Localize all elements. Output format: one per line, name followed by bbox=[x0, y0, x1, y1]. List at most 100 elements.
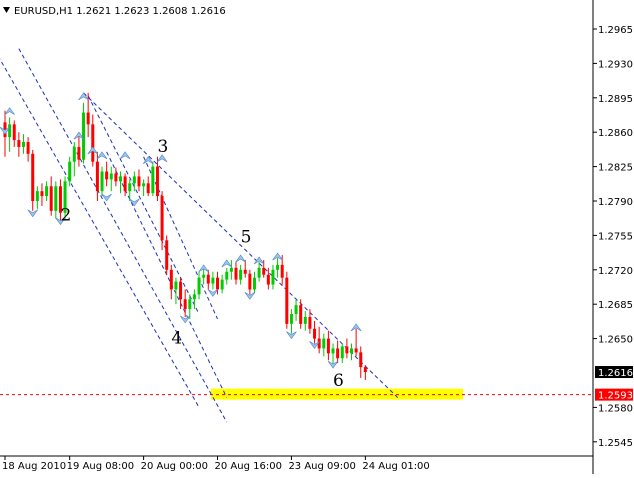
candle-body bbox=[308, 316, 312, 329]
candle-body bbox=[197, 277, 201, 295]
y-tick-label: 1.2545 bbox=[598, 438, 633, 449]
candle-body bbox=[49, 186, 53, 211]
candle-body bbox=[82, 112, 86, 160]
candle-body bbox=[128, 183, 132, 192]
candle-body bbox=[248, 273, 252, 290]
candle-body bbox=[257, 267, 261, 278]
candle-body bbox=[192, 294, 196, 300]
candle-body bbox=[12, 124, 16, 141]
candle-body bbox=[123, 176, 127, 192]
candle-body bbox=[68, 161, 72, 182]
candle-body bbox=[151, 166, 155, 194]
candle-body bbox=[31, 153, 35, 201]
candle-body bbox=[86, 112, 90, 125]
y-tick-label: 1.2755 bbox=[598, 231, 633, 242]
candle-body bbox=[276, 264, 280, 270]
wave-label: 3 bbox=[157, 137, 168, 157]
candle-body bbox=[21, 142, 25, 147]
y-tick-label: 1.2650 bbox=[598, 335, 633, 346]
candle-body bbox=[109, 173, 113, 180]
y-tick-label: 1.2895 bbox=[598, 94, 633, 105]
y-tick-label: 1.2930 bbox=[598, 59, 633, 70]
candle-body bbox=[155, 166, 159, 197]
candle-body bbox=[294, 305, 298, 315]
candle-body bbox=[354, 348, 358, 353]
candle-body bbox=[160, 196, 164, 241]
candle-body bbox=[271, 269, 275, 285]
candle-body bbox=[202, 274, 206, 278]
candle-body bbox=[72, 146, 76, 162]
candle-body bbox=[239, 269, 243, 280]
candle-body bbox=[77, 146, 81, 160]
candle-body bbox=[95, 161, 99, 192]
candle-body bbox=[54, 186, 58, 211]
candle-body bbox=[336, 348, 340, 359]
candle-body bbox=[280, 264, 284, 278]
candle-body bbox=[322, 338, 326, 349]
candle-body bbox=[326, 338, 330, 354]
candle-body bbox=[359, 352, 363, 368]
x-tick-label: 20 Aug 00:00 bbox=[141, 461, 208, 472]
x-tick-label: 18 Aug 2010 bbox=[2, 461, 66, 472]
candle-body bbox=[114, 173, 118, 182]
candle-body bbox=[100, 171, 104, 192]
wave-label: 4 bbox=[171, 329, 182, 349]
chart-title: EURUSD,H1 1.2621 1.2623 1.2608 1.2616 bbox=[14, 6, 226, 17]
candle-body bbox=[225, 271, 229, 280]
chart-svg: 2 3 4 5 6 1.2965 1.2930 1.2895 1.2860 1.2825 1.27… bbox=[0, 0, 634, 474]
candle-body bbox=[8, 124, 12, 138]
candle-body bbox=[188, 299, 192, 310]
wave-label: 6 bbox=[333, 371, 344, 391]
current-price-label: 1.2616 bbox=[598, 368, 633, 379]
candle-body bbox=[105, 171, 109, 180]
candle-body bbox=[137, 176, 141, 187]
y-tick-label: 1.2720 bbox=[598, 266, 633, 277]
candle-body bbox=[17, 140, 21, 147]
x-tick-label: 23 Aug 09:00 bbox=[288, 461, 355, 472]
candle-body bbox=[234, 267, 238, 280]
candle-body bbox=[169, 269, 173, 290]
x-tick-label: 20 Aug 16:00 bbox=[215, 461, 282, 472]
candle-body bbox=[165, 240, 169, 270]
candle-body bbox=[252, 277, 256, 290]
candle-body bbox=[345, 346, 349, 354]
x-tick-label: 19 Aug 08:00 bbox=[67, 461, 134, 472]
candle-body bbox=[289, 314, 293, 324]
candle-body bbox=[303, 316, 307, 324]
candle-body bbox=[266, 274, 270, 285]
candle-body bbox=[40, 191, 44, 197]
candle-body bbox=[363, 367, 367, 373]
candle-body bbox=[119, 176, 122, 182]
wave-label: 2 bbox=[60, 206, 71, 226]
candle-body bbox=[142, 183, 146, 187]
candle-body bbox=[179, 281, 183, 300]
candle-body bbox=[229, 267, 233, 272]
y-tick-label: 1.2825 bbox=[598, 163, 633, 174]
candle-body bbox=[216, 277, 220, 290]
candle-body bbox=[146, 183, 150, 194]
y-tick-label: 1.2685 bbox=[598, 300, 633, 311]
candle-body bbox=[262, 267, 266, 275]
y-tick-label: 1.2790 bbox=[598, 197, 633, 208]
candle-body bbox=[285, 277, 289, 324]
candle-body bbox=[174, 281, 178, 290]
y-tick-label: 1.2965 bbox=[598, 25, 633, 36]
candle-body bbox=[35, 191, 39, 201]
candle-body bbox=[91, 124, 95, 162]
target-level-label: 1.2593 bbox=[598, 391, 633, 402]
candle-body bbox=[206, 274, 210, 284]
y-tick-label: 1.2860 bbox=[598, 128, 633, 139]
candle-body bbox=[350, 348, 353, 354]
candle-body bbox=[313, 328, 317, 339]
candle-body bbox=[211, 277, 215, 284]
candle-body bbox=[331, 348, 335, 354]
candle-body bbox=[299, 305, 303, 324]
x-tick-label: 24 Aug 01:00 bbox=[362, 461, 429, 472]
wave-label: 5 bbox=[241, 227, 252, 247]
candle-body bbox=[183, 299, 187, 310]
candle-body bbox=[243, 269, 247, 274]
chart-background bbox=[0, 0, 634, 474]
candle-body bbox=[132, 176, 136, 184]
candle-body bbox=[340, 346, 344, 359]
price-chart[interactable]: 2 3 4 5 6 1.2965 1.2930 1.2895 1.2860 1.2825 1.27… bbox=[0, 0, 634, 474]
